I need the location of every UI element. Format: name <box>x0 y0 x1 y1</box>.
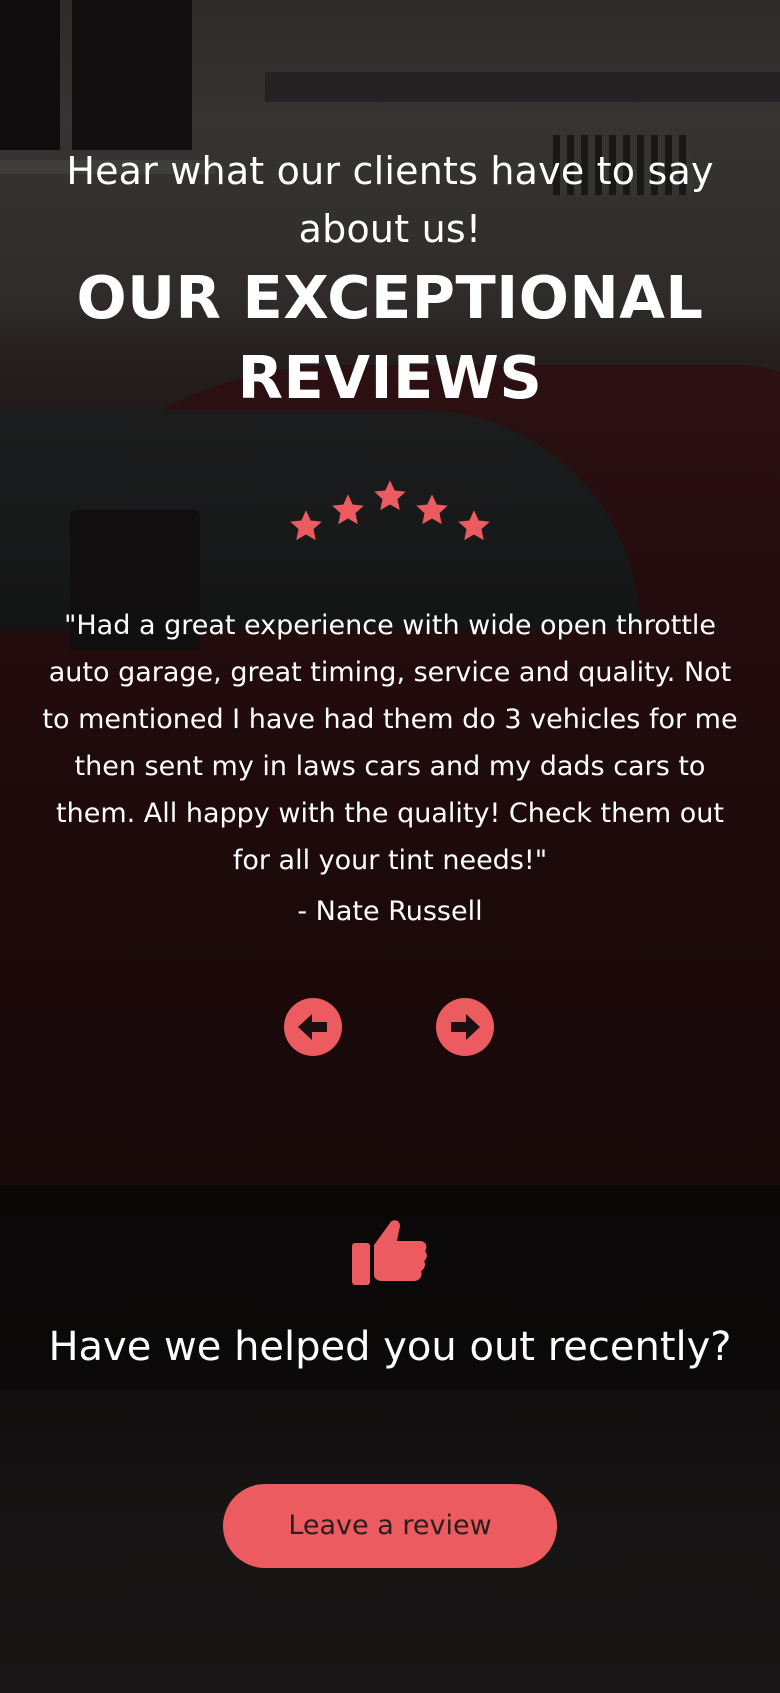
section-subtitle: Hear what our clients have to say about … <box>66 149 714 251</box>
arrow-right-circle-icon <box>451 1014 480 1040</box>
star-icon <box>458 510 490 541</box>
star-icon <box>332 494 364 525</box>
star-icon <box>290 510 322 541</box>
arrow-left-circle-icon <box>298 1014 327 1040</box>
review-quote: "Had a great experience with wide open t… <box>42 610 738 876</box>
carousel-prev-button[interactable] <box>284 998 342 1056</box>
review-author: - Nate Russell <box>297 896 483 927</box>
star-icon <box>416 494 448 525</box>
leave-review-button[interactable]: Leave a review <box>223 1484 557 1568</box>
cta-text: Have we helped you out recently? <box>48 1324 732 1370</box>
reviews-section: Hear what our clients have to say about … <box>0 0 780 1693</box>
carousel-next-button[interactable] <box>436 998 494 1056</box>
star-icon <box>374 480 406 511</box>
section-title: OUR EXCEPTIONAL REVIEWS <box>76 263 704 412</box>
star-rating <box>280 470 500 550</box>
thumbs-up-icon <box>352 1220 427 1285</box>
